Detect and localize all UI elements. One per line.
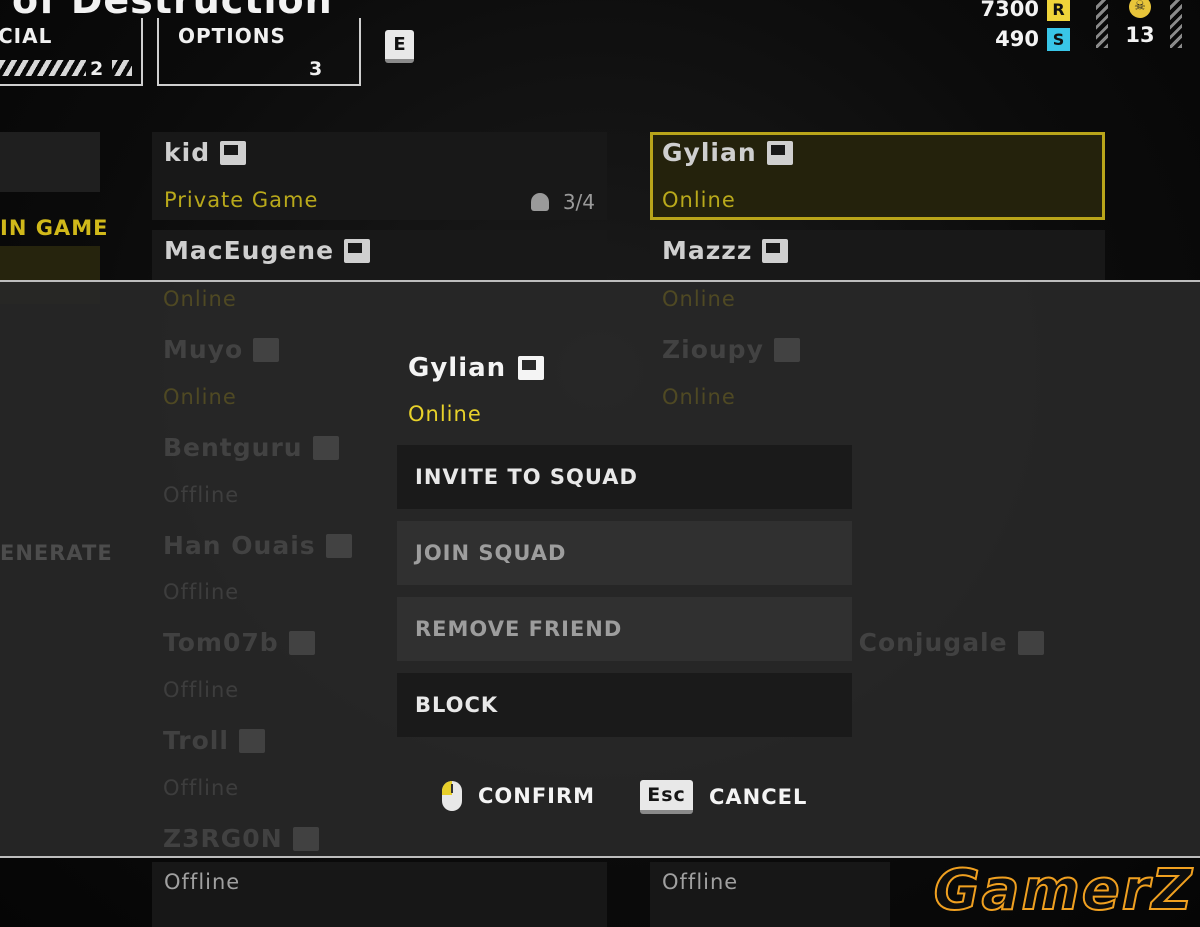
watermark-logo: GamerZ <box>933 857 1194 924</box>
pc-platform-icon <box>325 533 352 558</box>
friend-name: MacEugene <box>164 236 371 265</box>
friend-status: Private Game <box>164 188 319 212</box>
modal-player-name: Gylian <box>408 353 545 383</box>
invite-to-squad-button[interactable]: INVITE TO SQUAD <box>397 445 852 509</box>
friend-card-maceugene[interactable]: MacEugene <box>152 230 607 280</box>
tab-social-number: 2 <box>90 58 105 80</box>
currency-panel: 7300 R 490 S <box>981 0 1070 54</box>
ghost-friend-name: Tom07b <box>163 628 315 657</box>
hazard-divider-left <box>1096 0 1108 48</box>
requisition-icon: R <box>1047 0 1070 21</box>
modal-player-status: Online <box>408 402 482 426</box>
requisition-row: 7300 R <box>981 0 1070 24</box>
friend-name: Gylian <box>662 138 793 167</box>
friend-card-kid[interactable]: kid Private Game 3/4 <box>152 132 607 220</box>
pc-platform-icon <box>766 140 793 165</box>
pc-platform-icon <box>344 238 371 263</box>
ghost-friend-name: Z3RG0N <box>163 824 319 853</box>
friend-card-bottom-right[interactable]: Offline <box>650 862 890 927</box>
pc-platform-icon <box>288 630 315 655</box>
skull-medal-icon: ☠ <box>1129 0 1151 18</box>
confirm-prompt[interactable]: CONFIRM <box>442 781 595 811</box>
tab-corner-stripes <box>112 60 132 76</box>
pc-platform-icon <box>518 356 545 380</box>
super-credits-icon: S <box>1047 27 1070 51</box>
friend-card-mazzz[interactable]: Mazzz <box>650 230 1105 280</box>
friend-status: Offline <box>164 870 241 894</box>
tab-options-number: 3 <box>309 58 324 80</box>
ghost-status: Offline <box>163 678 240 702</box>
requisition-value: 7300 <box>980 0 1039 21</box>
ghost-status: Online <box>163 287 237 311</box>
esc-key-icon: Esc <box>640 780 693 814</box>
block-button[interactable]: BLOCK <box>397 673 852 737</box>
ghost-friend-name: Muyo <box>163 335 280 364</box>
friend-status: Online <box>662 188 736 212</box>
pc-platform-icon <box>220 140 247 165</box>
ghost-status: Online <box>163 385 237 409</box>
ghost-status: Offline <box>163 483 240 507</box>
party-size: 3/4 <box>530 190 595 214</box>
friend-card-bottom-left[interactable]: Offline <box>152 862 607 927</box>
sidebar-item-blank[interactable] <box>0 132 100 192</box>
ghost-status: Online <box>662 287 736 311</box>
pc-platform-icon <box>1017 630 1044 655</box>
pc-platform-icon <box>762 238 789 263</box>
tab-options-label: OPTIONS <box>178 24 286 48</box>
sidebar-item-generate[interactable]: ENERATE <box>0 541 113 565</box>
remove-friend-button[interactable]: REMOVE FRIEND <box>397 597 852 661</box>
confirm-label: CONFIRM <box>478 784 596 808</box>
tab-social[interactable]: CIAL 2 <box>0 18 143 86</box>
tab-stripes <box>0 60 86 76</box>
ghost-friend-name: Troll <box>163 726 265 755</box>
ghost-friend-name: Zioupy <box>662 335 800 364</box>
join-squad-button[interactable]: JOIN SQUAD <box>397 521 852 585</box>
party-count: 3/4 <box>562 190 595 214</box>
tab-options[interactable]: OPTIONS 3 <box>157 18 361 86</box>
ghost-friend-name: Han Ouais <box>163 531 352 560</box>
tab-next-key-hint: E <box>385 30 414 63</box>
ghost-status: Online <box>662 385 736 409</box>
friend-card-gylian[interactable]: Gylian Online <box>650 132 1105 220</box>
tab-social-label: CIAL <box>0 24 53 48</box>
mouse-left-click-icon <box>442 781 462 811</box>
person-icon <box>530 193 549 211</box>
pc-platform-icon <box>312 435 339 460</box>
super-credits-value: 490 <box>995 27 1039 51</box>
hazard-divider-right <box>1170 0 1182 48</box>
cancel-label: CANCEL <box>709 785 808 809</box>
cancel-prompt[interactable]: Esc CANCEL <box>640 780 807 814</box>
medals-value: 13 <box>1125 23 1155 47</box>
pc-platform-icon <box>292 826 319 851</box>
ghost-status: Offline <box>163 776 240 800</box>
medals-panel: ☠ 13 <box>1118 0 1162 47</box>
pc-platform-icon <box>773 337 800 362</box>
pc-platform-icon <box>238 728 265 753</box>
sidebar-item-in-game[interactable]: IN GAME <box>0 216 108 240</box>
super-credits-row: 490 S <box>981 24 1070 54</box>
pc-platform-icon <box>253 337 280 362</box>
friend-name: kid <box>164 138 247 167</box>
ghost-status: Offline <box>163 580 240 604</box>
ghost-friend-name: Bentguru <box>163 433 339 462</box>
friend-status: Offline <box>662 870 739 894</box>
friend-name: Mazzz <box>662 236 789 265</box>
